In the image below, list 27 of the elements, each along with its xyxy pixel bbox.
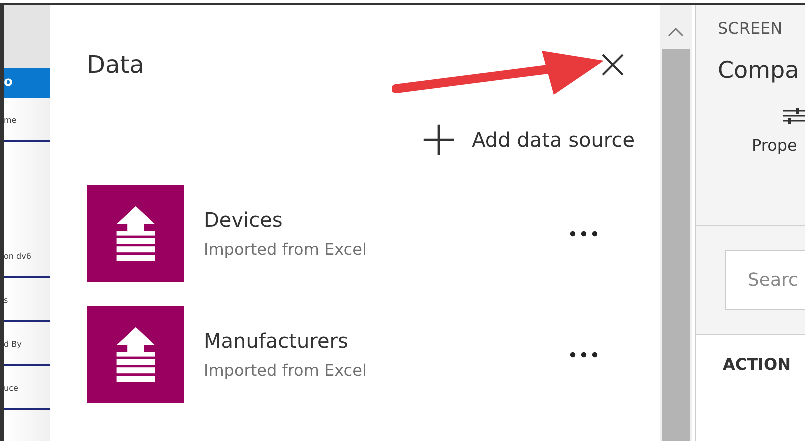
section-heading: ACTION — [723, 355, 792, 374]
sliders-icon[interactable] — [783, 106, 805, 126]
list-item-text: on dv6 — [4, 252, 32, 262]
selected-bar[interactable]: o — [4, 68, 50, 98]
scrollbar[interactable] — [660, 5, 695, 441]
list-item-text: me — [4, 116, 18, 126]
upload-icon — [87, 306, 184, 403]
source-subtitle: Imported from Excel — [204, 361, 368, 380]
search-field[interactable]: Searc — [725, 250, 805, 310]
list-item-text: d By — [4, 340, 23, 350]
plus-icon — [422, 123, 456, 157]
screen-name: Compa — [718, 58, 800, 84]
panel-title: Data — [87, 51, 144, 79]
upload-icon — [87, 185, 184, 282]
add-data-source-button[interactable]: Add data source — [422, 123, 635, 157]
list-item-text: uce — [4, 384, 20, 394]
close-icon[interactable] — [601, 53, 625, 77]
scroll-up-icon[interactable] — [668, 27, 684, 37]
scroll-thumb[interactable] — [662, 49, 690, 441]
source-name: Manufacturers — [204, 329, 350, 353]
properties-tab[interactable]: Prope — [752, 136, 798, 155]
more-icon[interactable] — [570, 352, 598, 358]
section-label: SCREEN — [718, 19, 784, 38]
source-name: Devices — [204, 208, 284, 232]
more-icon[interactable] — [570, 230, 598, 236]
list-item-text: s — [4, 296, 10, 306]
source-subtitle: Imported from Excel — [204, 240, 368, 259]
